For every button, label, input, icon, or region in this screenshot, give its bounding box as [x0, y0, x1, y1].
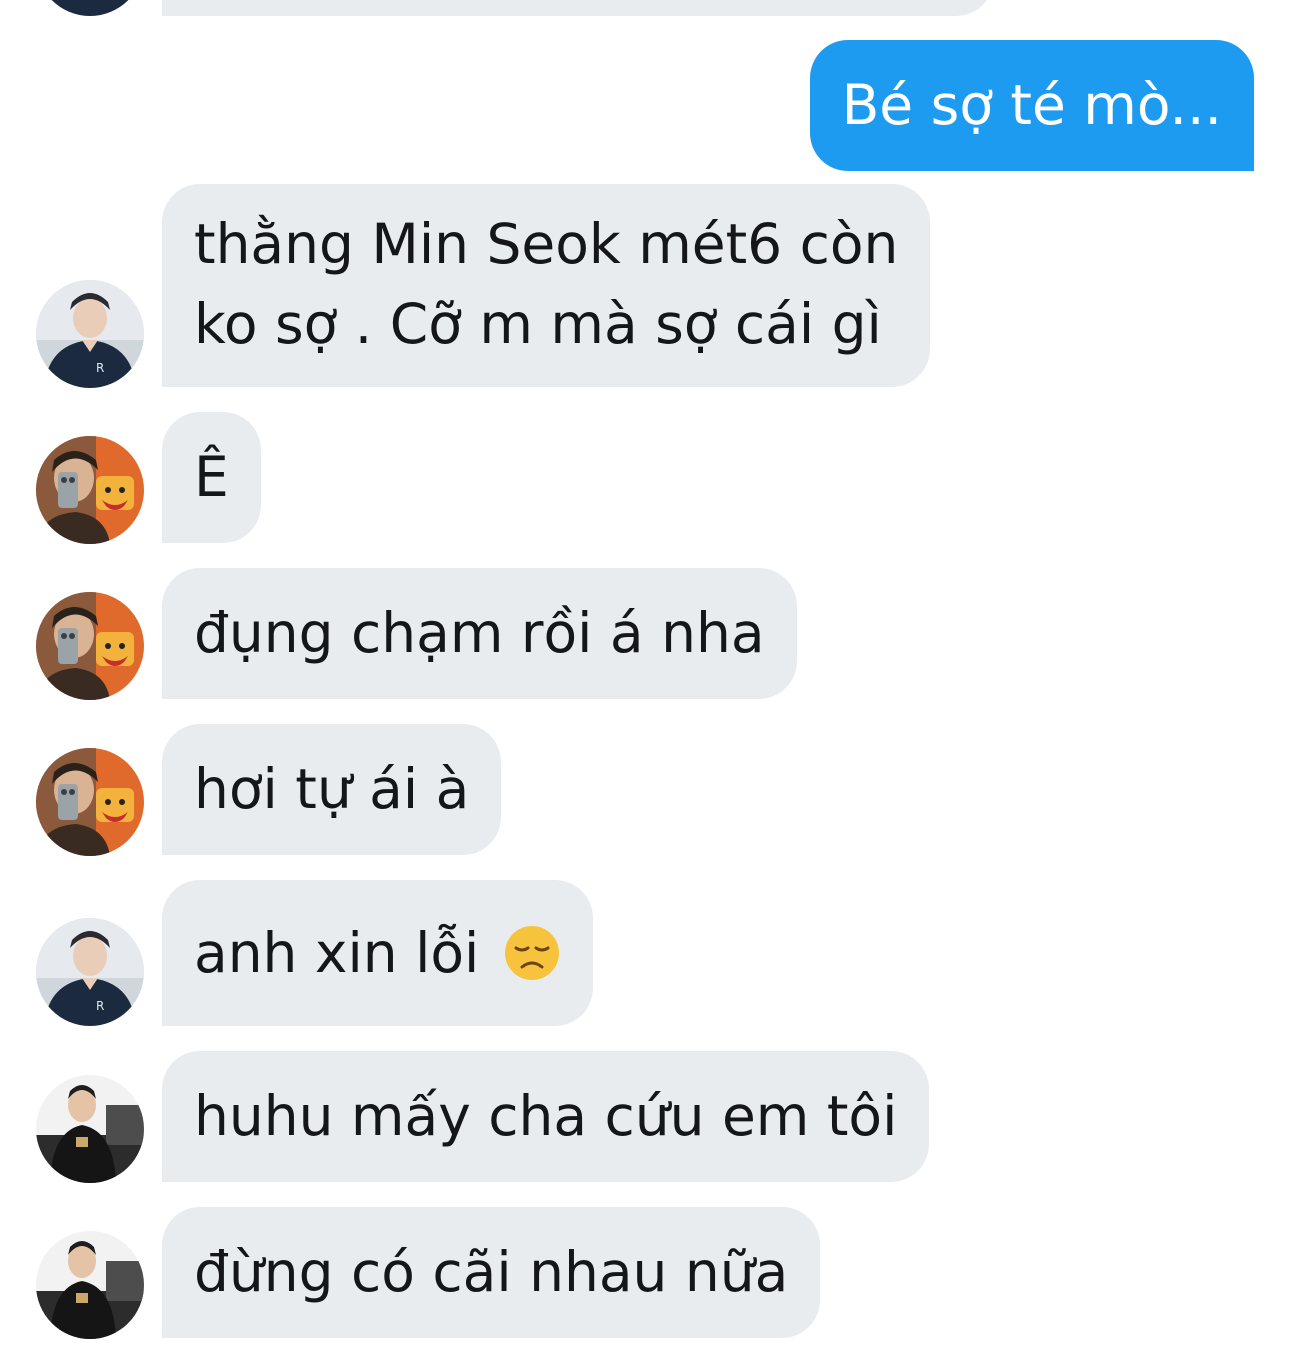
- message-text-line: ko sợ . Cỡ m mà sợ cái gì: [194, 292, 882, 356]
- message-bubble-received[interactable]: anh xin lỗi: [162, 880, 593, 1026]
- message-bubble-received[interactable]: đụng chạm rồi á nha: [162, 568, 797, 699]
- message-text: huhu mấy cha cứu em tôi: [194, 1084, 898, 1148]
- player-avatar[interactable]: [36, 0, 144, 16]
- player-avatar[interactable]: [36, 280, 144, 388]
- message-text-line: thằng Min Seok mét6 còn: [194, 212, 899, 276]
- seated-man-avatar[interactable]: [36, 1075, 144, 1183]
- mirror-selfie-avatar[interactable]: [36, 436, 144, 544]
- mirror-selfie-avatar[interactable]: [36, 748, 144, 856]
- message-text: Ê: [194, 445, 229, 509]
- mirror-selfie-avatar[interactable]: [36, 592, 144, 700]
- message-text: đừng có cãi nhau nữa: [194, 1240, 789, 1304]
- message-bubble-sent[interactable]: Bé sợ té mò...: [809, 40, 1254, 171]
- message-text: anh xin lỗi: [194, 921, 480, 985]
- player-avatar[interactable]: [36, 918, 144, 1026]
- message-bubble-received[interactable]: hơi tự ái à: [162, 724, 502, 855]
- message-bubble-received[interactable]: đừng có cãi nhau nữa: [162, 1207, 821, 1338]
- seated-man-avatar[interactable]: [36, 1231, 144, 1339]
- message-bubble-received[interactable]: [162, 0, 994, 16]
- message-text: hơi tự ái à: [194, 757, 470, 821]
- message-text: đụng chạm rồi á nha: [194, 601, 765, 665]
- message-text: Bé sợ té mò...: [841, 73, 1222, 137]
- message-bubble-received[interactable]: huhu mấy cha cứu em tôi: [162, 1051, 930, 1182]
- disappointed-face-emoji: [503, 924, 561, 982]
- message-bubble-received[interactable]: thằng Min Seok mét6 còn ko sợ . Cỡ m mà …: [162, 184, 931, 387]
- conversation-thread: Bé sợ té mò... thằng Min Seok mét6 còn k…: [0, 0, 1290, 1350]
- message-bubble-received[interactable]: Ê: [162, 412, 261, 543]
